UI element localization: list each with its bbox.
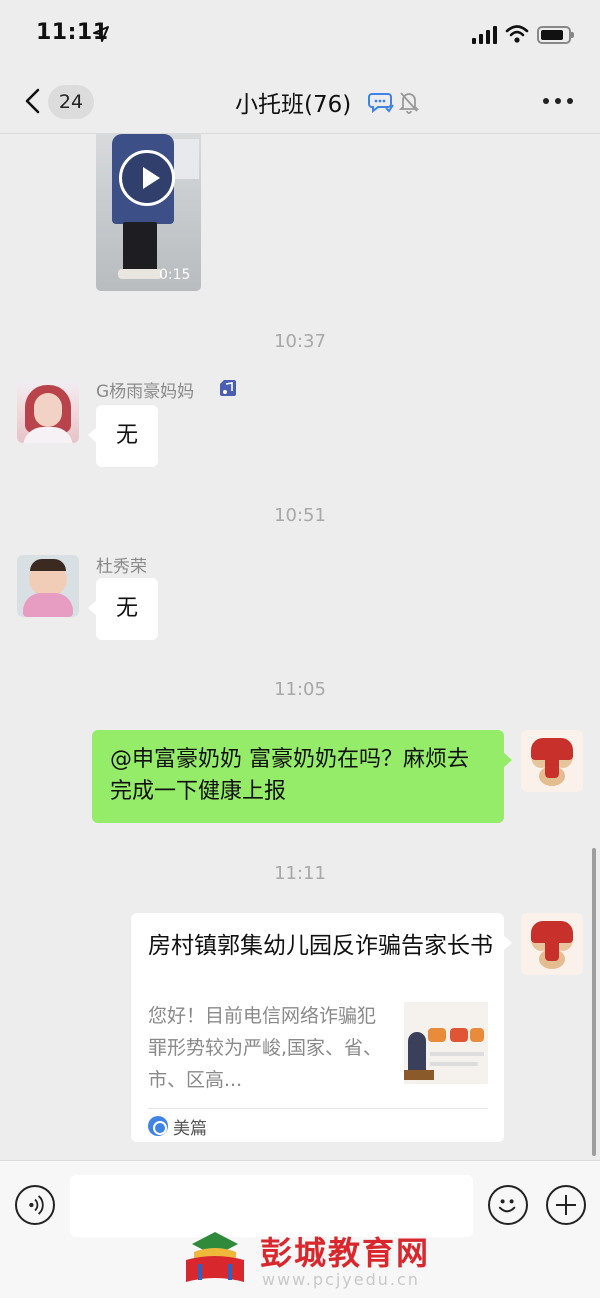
location-arrow-icon [93,26,109,42]
message-text: 无 [116,423,139,448]
voice-icon[interactable] [15,1185,55,1225]
card-thumbnail [404,1002,488,1084]
avatar[interactable] [521,913,583,975]
message-bubble[interactable]: 无 [87,578,159,640]
outgoing-message-bubble[interactable]: @申富豪奶奶 富豪奶奶在吗？麻烦去完成一下健康上报 [92,730,512,823]
timestamp: 10:51 [274,505,326,526]
card-divider [148,1108,488,1109]
chat-title: 小托班(76) [235,92,352,118]
avatar[interactable] [17,555,79,617]
message-text: @申富豪奶奶 富豪奶奶在吗？麻烦去完成一下健康上报 [110,747,469,804]
more-icon[interactable] [543,98,573,104]
message-text: 无 [116,596,139,621]
badge-icon [220,380,236,396]
video-message[interactable]: 0:15 [96,134,201,291]
watermark-url: www.pcjyedu.cn [262,1270,420,1289]
status-bar: 11:11 [0,0,600,70]
sender-name: G杨雨豪妈妈 [96,382,195,402]
card-source: 美篇 [173,1119,207,1139]
message-bubble[interactable]: 无 [87,405,159,467]
link-card[interactable]: 房村镇郭集幼儿园反诈骗告家长书 您好！目前电信网络诈骗犯罪形势较为严峻,国家、省… [131,913,512,1142]
battery-icon [537,26,574,44]
plus-icon[interactable] [546,1185,586,1225]
video-duration: 0:15 [159,267,191,283]
card-description: 您好！目前电信网络诈骗犯罪形势较为严峻,国家、省、市、区高... [148,1005,383,1091]
scrollbar[interactable] [592,848,596,1156]
timestamp: 11:05 [274,679,326,700]
mute-bell-icon [398,92,420,114]
card-title: 房村镇郭集幼儿园反诈骗告家长书 [148,933,493,959]
avatar[interactable] [521,730,583,792]
meipian-icon [148,1116,168,1136]
avatar[interactable] [17,381,79,443]
header-divider [0,133,600,134]
play-icon[interactable] [119,150,175,206]
signal-icon [472,26,497,44]
back-chevron-icon[interactable] [22,87,44,115]
watermark-text: 彭城教育网 [260,1234,431,1272]
chat-bubble-icon [368,93,394,114]
sender-name: 杜秀荣 [96,557,147,577]
chat-header: 24 小托班(76) [0,70,600,134]
watermark: 彭城教育网 www.pcjyedu.cn [180,1222,440,1292]
wifi-icon [505,25,529,43]
timestamp: 10:37 [274,331,326,352]
timestamp: 11:11 [274,863,326,884]
watermark-logo-icon [186,1232,244,1282]
emoji-icon[interactable] [488,1185,528,1225]
unread-count-badge[interactable]: 24 [48,85,94,119]
